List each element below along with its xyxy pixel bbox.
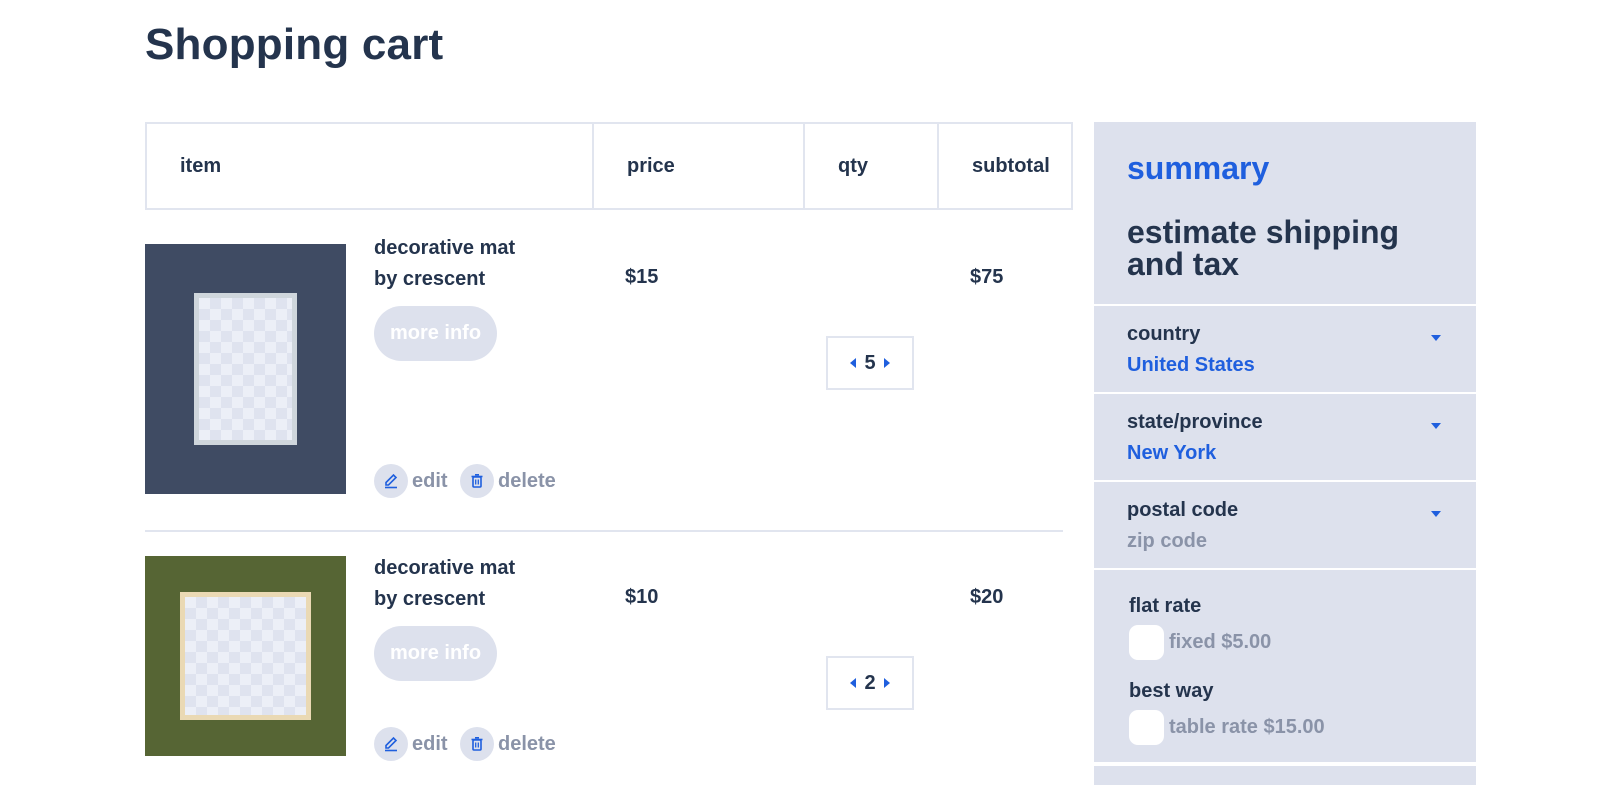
chevron-right-icon[interactable] — [883, 678, 890, 688]
pencil-icon — [374, 464, 408, 498]
postal-input[interactable]: zip code — [1127, 530, 1207, 553]
state-label: state/province — [1127, 411, 1263, 433]
mat-window — [180, 592, 311, 720]
product-name[interactable]: decorative mat by crescent — [374, 553, 574, 615]
state-value[interactable]: New York — [1127, 442, 1216, 465]
caret-down-icon[interactable] — [1431, 335, 1441, 341]
trash-icon — [460, 464, 494, 498]
delete-label: delete — [498, 469, 556, 492]
pencil-icon — [374, 727, 408, 761]
more-info-button[interactable]: more info — [374, 626, 497, 681]
edit-button[interactable]: edit — [374, 727, 448, 761]
radio-best-way[interactable] — [1129, 710, 1164, 745]
more-info-button[interactable]: more info — [374, 306, 497, 361]
rate-label-best: best way — [1129, 680, 1214, 702]
divider — [1094, 304, 1476, 306]
caret-down-icon[interactable] — [1431, 423, 1441, 429]
product-name-line1: decorative mat — [374, 557, 516, 579]
product-name-line1: decorative mat — [374, 237, 516, 259]
mat-window — [194, 293, 297, 445]
item-price: $10 — [625, 586, 659, 608]
delete-button[interactable]: delete — [460, 727, 556, 761]
product-image[interactable] — [145, 556, 346, 756]
header-item: item — [147, 124, 594, 208]
rate-option-flat[interactable]: fixed $5.00 — [1169, 631, 1271, 654]
item-price: $15 — [625, 266, 659, 288]
product-name-line2: by crescent — [374, 268, 486, 290]
delete-button[interactable]: delete — [460, 464, 556, 498]
divider — [1094, 568, 1476, 570]
product-name[interactable]: decorative mat by crescent — [374, 233, 574, 295]
cart-header: item price qty subtotal — [145, 122, 1073, 210]
summary-title: summary — [1127, 150, 1270, 186]
product-name-line2: by crescent — [374, 588, 486, 610]
delete-label: delete — [498, 732, 556, 755]
summary-panel: summary estimate shipping and tax countr… — [1094, 122, 1476, 785]
edit-button[interactable]: edit — [374, 464, 448, 498]
quantity-stepper[interactable]: 5 — [826, 336, 914, 390]
chevron-left-icon[interactable] — [850, 358, 857, 368]
rate-option-best[interactable]: table rate $15.00 — [1169, 716, 1325, 739]
trash-icon — [460, 727, 494, 761]
divider — [1094, 762, 1476, 766]
header-subtotal: subtotal — [972, 154, 1050, 177]
shipping-title: estimate shipping and tax — [1127, 214, 1400, 282]
product-image[interactable] — [145, 244, 346, 494]
item-subtotal: $75 — [970, 266, 1004, 288]
header-qty: qty — [805, 124, 939, 208]
divider — [1094, 392, 1476, 394]
rate-label-flat: flat rate — [1129, 595, 1202, 617]
divider — [1094, 480, 1476, 482]
quantity-value: 2 — [864, 671, 876, 694]
chevron-right-icon[interactable] — [883, 358, 890, 368]
row-divider — [145, 530, 1063, 532]
postal-label: postal code — [1127, 499, 1239, 521]
caret-down-icon[interactable] — [1431, 511, 1441, 517]
radio-flat-rate[interactable] — [1129, 625, 1164, 660]
edit-label: edit — [412, 732, 448, 755]
cart-table: item price qty subtotal decorative mat b… — [145, 122, 1073, 761]
item-subtotal: $20 — [970, 586, 1004, 608]
chevron-left-icon[interactable] — [850, 678, 857, 688]
header-price: price — [594, 124, 805, 208]
country-value[interactable]: United States — [1127, 354, 1255, 377]
quantity-stepper[interactable]: 2 — [826, 656, 914, 710]
edit-label: edit — [412, 469, 448, 492]
page-title: Shopping cart — [145, 20, 444, 69]
quantity-value: 5 — [864, 351, 876, 374]
country-label: country — [1127, 323, 1201, 345]
